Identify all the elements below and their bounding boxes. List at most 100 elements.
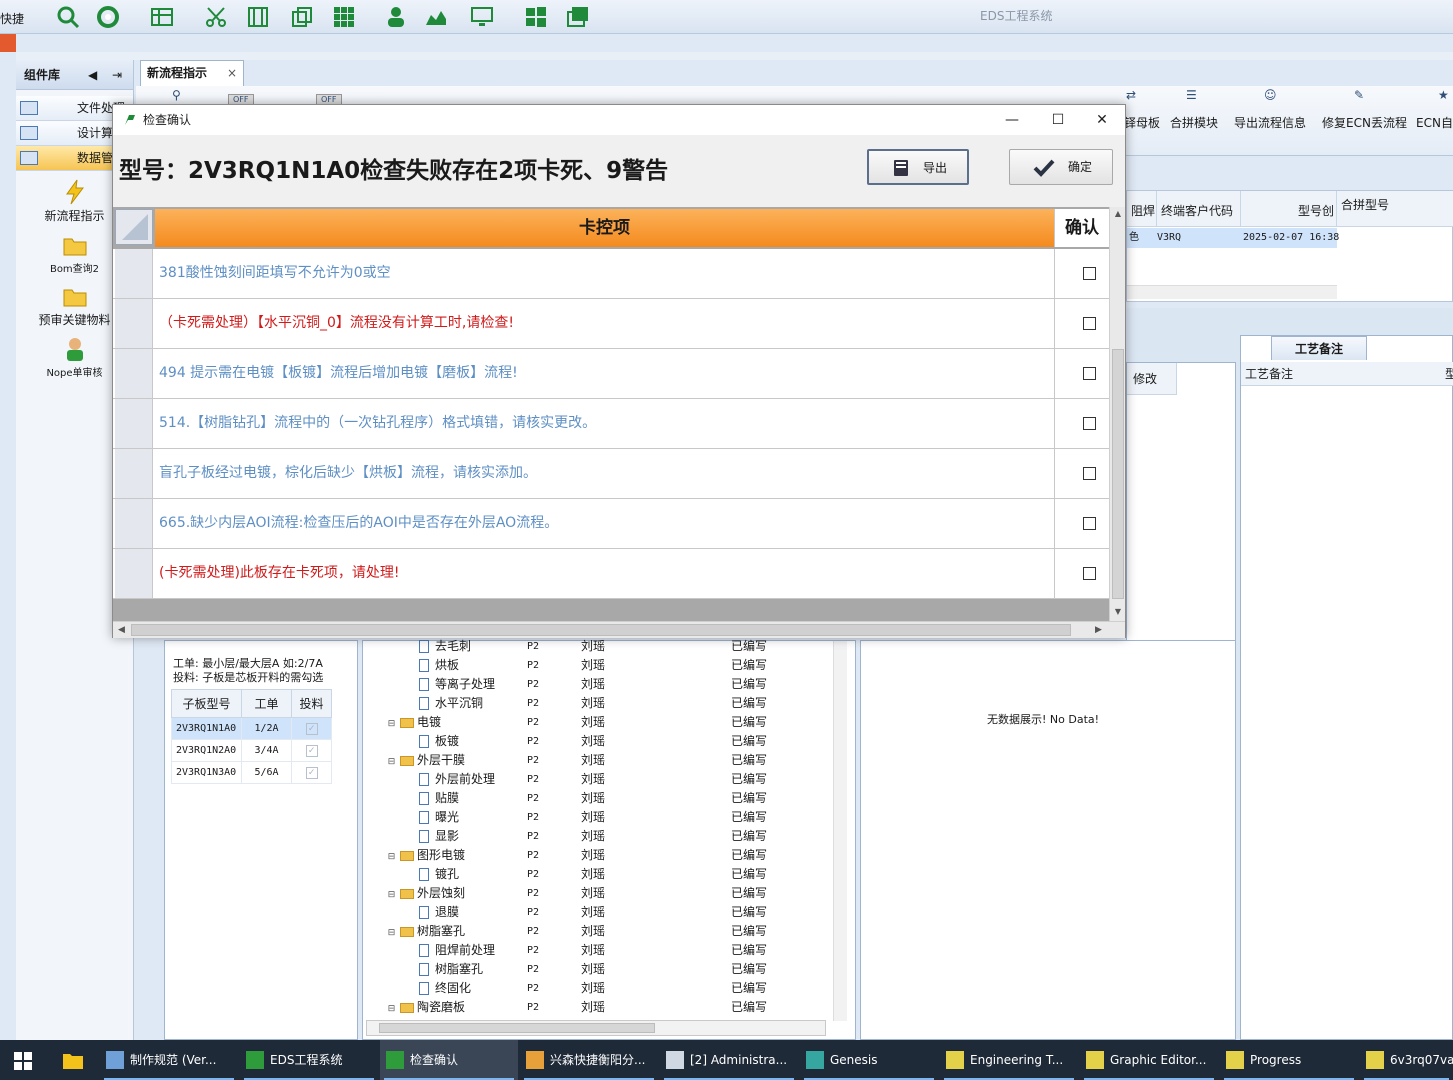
tree-row[interactable]: ⊟ 陶瓷磨板 P2 刘瑶 已编写 bbox=[363, 998, 833, 1017]
col-header[interactable]: 工单 bbox=[241, 689, 292, 718]
select-all-corner[interactable] bbox=[115, 209, 153, 245]
toolbar-merge-module[interactable]: 合拼模块 bbox=[1170, 114, 1218, 131]
film-icon[interactable] bbox=[246, 5, 270, 29]
tree-row[interactable]: 镀孔 P2 刘瑶 已编写 bbox=[363, 865, 833, 884]
toolbar-repair-ecn[interactable]: 修复ECN丢流程 bbox=[1322, 114, 1407, 131]
check-row[interactable]: 514.【树脂钻孔】流程中的（一次钻孔程序）格式填错，请核实更改。 bbox=[113, 399, 1109, 449]
star-icon[interactable]: ★ bbox=[1438, 88, 1449, 102]
check-row[interactable]: 381酸性蚀刻间距填写不允许为0或空 bbox=[113, 249, 1109, 299]
grid-icon[interactable] bbox=[332, 5, 356, 29]
row-header[interactable] bbox=[115, 349, 153, 398]
checkbox[interactable]: ✓ bbox=[305, 722, 318, 735]
user-icon[interactable] bbox=[384, 5, 408, 29]
area-chart-icon[interactable] bbox=[424, 5, 448, 29]
row-header[interactable] bbox=[115, 449, 153, 498]
tree-row[interactable]: ⊟ 外层干膜 P2 刘瑶 已编写 bbox=[363, 751, 833, 770]
tree-row[interactable]: 去毛刺 P2 刘瑶 已编写 bbox=[363, 637, 833, 656]
smiley-icon[interactable]: ☺ bbox=[1264, 88, 1277, 102]
taskbar-item[interactable]: 兴森快捷衡阳分... bbox=[520, 1040, 658, 1080]
col-header[interactable]: 终端客户代码 bbox=[1157, 191, 1241, 227]
toolbar-mother-board[interactable]: 铎母板 bbox=[1124, 114, 1160, 131]
list-icon[interactable]: ☰ bbox=[1186, 88, 1197, 102]
file-explorer-icon[interactable] bbox=[62, 1050, 84, 1070]
confirm-checkbox[interactable] bbox=[1083, 417, 1096, 430]
tree-row[interactable]: 板镀 P2 刘瑶 已编写 bbox=[363, 732, 833, 751]
tree-row[interactable]: 外层前处理 P2 刘瑶 已编写 bbox=[363, 770, 833, 789]
search-icon[interactable] bbox=[56, 5, 80, 29]
lifebuoy-icon[interactable] bbox=[96, 5, 120, 29]
collapse-icon[interactable]: ⊟ bbox=[387, 1000, 396, 1019]
col-header[interactable]: 合拼型号 bbox=[1337, 191, 1453, 227]
toolbar-ecn-auto[interactable]: ECN自动 bbox=[1416, 114, 1453, 131]
tab-new-flow[interactable]: 新流程指示 × bbox=[140, 60, 244, 86]
taskbar-item[interactable]: EDS工程系统 bbox=[240, 1040, 378, 1080]
check-row[interactable]: (卡死需处理)此板存在卡死项，请处理! bbox=[113, 549, 1109, 599]
taskbar-item[interactable]: Progress bbox=[1220, 1040, 1358, 1080]
modify-header[interactable]: 修改 bbox=[1127, 363, 1177, 395]
scroll-down-icon[interactable]: ▼ bbox=[1110, 607, 1126, 616]
pin-icon[interactable]: ⇥ bbox=[112, 60, 122, 90]
tree-row[interactable]: 终固化 P2 刘瑶 已编写 bbox=[363, 979, 833, 998]
window-stack-icon[interactable] bbox=[566, 5, 590, 29]
confirm-checkbox[interactable] bbox=[1083, 267, 1096, 280]
row-header[interactable] bbox=[115, 549, 153, 598]
row-header[interactable] bbox=[115, 299, 153, 348]
taskbar-item[interactable]: 检查确认 bbox=[380, 1040, 518, 1080]
col-header-control-item[interactable]: 卡控项 bbox=[155, 209, 1055, 247]
table-row[interactable]: 色 V3RQ 2025-02-07 16:38 bbox=[1127, 228, 1339, 248]
confirm-checkbox[interactable] bbox=[1083, 517, 1096, 530]
check-row[interactable]: （卡死需处理）【水平沉铜_0】流程没有计算工时,请检查! bbox=[113, 299, 1109, 349]
close-icon[interactable]: × bbox=[227, 61, 237, 85]
tree-row[interactable]: ⊟ 图形电镀 P2 刘瑶 已编写 bbox=[363, 846, 833, 865]
accent-tab[interactable] bbox=[0, 34, 16, 52]
vertical-scrollbar[interactable] bbox=[833, 641, 847, 1021]
vertical-scrollbar[interactable]: ▲ ▼ bbox=[1109, 207, 1125, 621]
table-icon[interactable] bbox=[150, 5, 174, 29]
shuffle-icon[interactable]: ⇄ bbox=[1126, 88, 1136, 102]
scroll-up-icon[interactable]: ▲ bbox=[1110, 209, 1126, 218]
table-row[interactable]: 2V3RQ1N1A0 1/2A ✓ bbox=[171, 717, 332, 740]
confirm-checkbox[interactable] bbox=[1083, 317, 1096, 330]
tree-row[interactable]: 退膜 P2 刘瑶 已编写 bbox=[363, 903, 833, 922]
col-header[interactable]: 投料 bbox=[291, 689, 332, 718]
tree-row[interactable]: 树脂塞孔 P2 刘瑶 已编写 bbox=[363, 960, 833, 979]
taskbar-item[interactable]: Graphic Editor... bbox=[1080, 1040, 1218, 1080]
scroll-right-icon[interactable]: ▶ bbox=[1095, 622, 1102, 639]
minimize-button[interactable]: — bbox=[989, 105, 1035, 135]
tree-row[interactable]: 贴膜 P2 刘瑶 已编写 bbox=[363, 789, 833, 808]
checkbox[interactable]: ✓ bbox=[305, 744, 318, 757]
export-button[interactable]: 导出 bbox=[867, 149, 969, 185]
confirm-checkbox[interactable] bbox=[1083, 367, 1096, 380]
tree-row[interactable]: 显影 P2 刘瑶 已编写 bbox=[363, 827, 833, 846]
tab-process-notes[interactable]: 工艺备注 bbox=[1271, 336, 1367, 360]
table-row[interactable]: 2V3RQ1N2A0 3/4A ✓ bbox=[171, 739, 332, 762]
taskbar-item[interactable]: Engineering T... bbox=[940, 1040, 1078, 1080]
tree-row[interactable]: 曝光 P2 刘瑶 已编写 bbox=[363, 808, 833, 827]
tree-row[interactable]: ⊟ 电镀 P2 刘瑶 已编写 bbox=[363, 713, 833, 732]
table-row[interactable]: 2V3RQ1N3A0 5/6A ✓ bbox=[171, 761, 332, 784]
scroll-thumb[interactable] bbox=[1112, 349, 1124, 599]
search-icon[interactable]: ⚲ bbox=[172, 88, 181, 102]
maximize-button[interactable]: ☐ bbox=[1035, 105, 1081, 135]
col-header[interactable]: 阻焊 bbox=[1127, 191, 1157, 227]
tree-row[interactable]: ⊟ 外层蚀刻 P2 刘瑶 已编写 bbox=[363, 884, 833, 903]
monitor-icon[interactable] bbox=[470, 5, 494, 29]
row-header[interactable] bbox=[115, 399, 153, 448]
checkbox[interactable]: ✓ bbox=[305, 766, 318, 779]
toolbar-export-flow-info[interactable]: 导出流程信息 bbox=[1234, 114, 1306, 131]
check-row[interactable]: 盲孔子板经过电镀，棕化后缺少【烘板】流程，请核实添加。 bbox=[113, 449, 1109, 499]
tree-row[interactable]: 烘板 P2 刘瑶 已编写 bbox=[363, 656, 833, 675]
check-row[interactable]: 494 提示需在电镀【板镀】流程后增加电镀【磨板】流程! bbox=[113, 349, 1109, 399]
confirm-checkbox[interactable] bbox=[1083, 567, 1096, 580]
row-header[interactable] bbox=[115, 249, 153, 298]
horizontal-scrollbar[interactable] bbox=[366, 1020, 826, 1036]
tree-row[interactable]: 等离子处理 P2 刘瑶 已编写 bbox=[363, 675, 833, 694]
scissors-icon[interactable] bbox=[204, 5, 228, 29]
taskbar-item[interactable]: 6v3rq07va bbox=[1360, 1040, 1453, 1080]
taskbar-item[interactable]: Genesis bbox=[800, 1040, 938, 1080]
row-header[interactable] bbox=[115, 499, 153, 548]
scroll-thumb[interactable] bbox=[131, 624, 1071, 636]
horizontal-scrollbar[interactable] bbox=[1127, 285, 1337, 299]
tree-row[interactable]: 水平沉铜 P2 刘瑶 已编写 bbox=[363, 694, 833, 713]
check-row[interactable]: 665.缺少内层AOI流程:检查压后的AOI中是否存在外层AO流程。 bbox=[113, 499, 1109, 549]
